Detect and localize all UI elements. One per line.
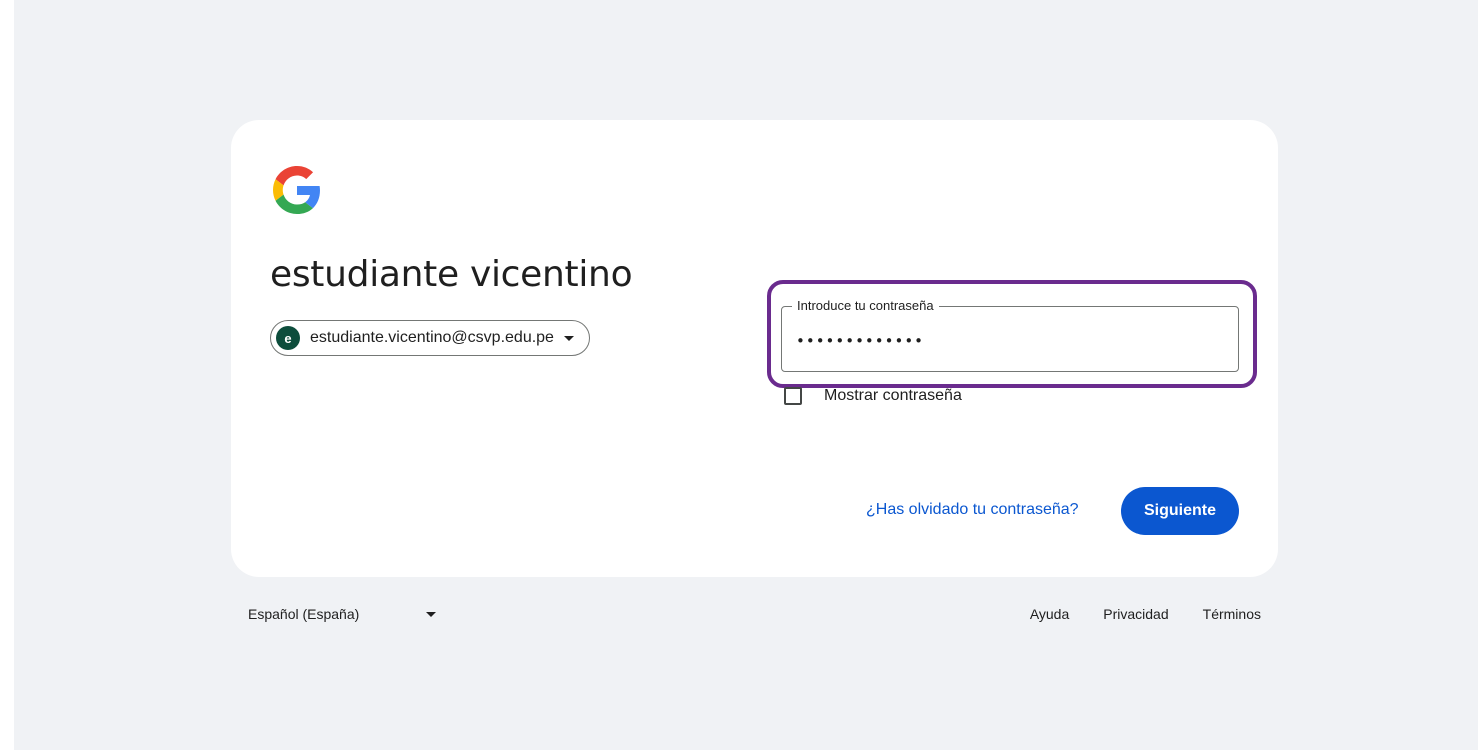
chevron-down-icon	[426, 611, 437, 617]
forgot-password-link[interactable]: ¿Has olvidado tu contraseña?	[866, 501, 1079, 519]
page-title: estudiante vicentino	[270, 254, 633, 295]
account-chip[interactable]: e estudiante.vicentino@csvp.edu.pe	[270, 320, 590, 356]
footer-links: Ayuda Privacidad Términos	[996, 606, 1261, 622]
privacy-link[interactable]: Privacidad	[1103, 606, 1168, 622]
terms-link[interactable]: Términos	[1203, 606, 1261, 622]
language-selector[interactable]: Español (España)	[248, 606, 437, 622]
signin-card: estudiante vicentino e estudiante.vicent…	[231, 120, 1278, 577]
show-password-toggle[interactable]: Mostrar contraseña	[784, 387, 962, 405]
password-label: Introduce tu contraseña	[792, 298, 939, 314]
chevron-down-icon	[563, 335, 574, 341]
next-button[interactable]: Siguiente	[1121, 487, 1239, 535]
show-password-checkbox[interactable]	[784, 387, 802, 405]
password-input[interactable]	[796, 327, 1216, 355]
footer: Español (España) Ayuda Privacidad Términ…	[231, 606, 1278, 626]
help-link[interactable]: Ayuda	[1030, 606, 1069, 622]
show-password-label: Mostrar contraseña	[824, 387, 962, 404]
avatar: e	[276, 326, 300, 350]
password-field[interactable]: Introduce tu contraseña	[781, 298, 1239, 372]
google-logo-icon	[273, 166, 320, 214]
account-email: estudiante.vicentino@csvp.edu.pe	[310, 329, 554, 346]
language-label: Español (España)	[248, 606, 360, 622]
